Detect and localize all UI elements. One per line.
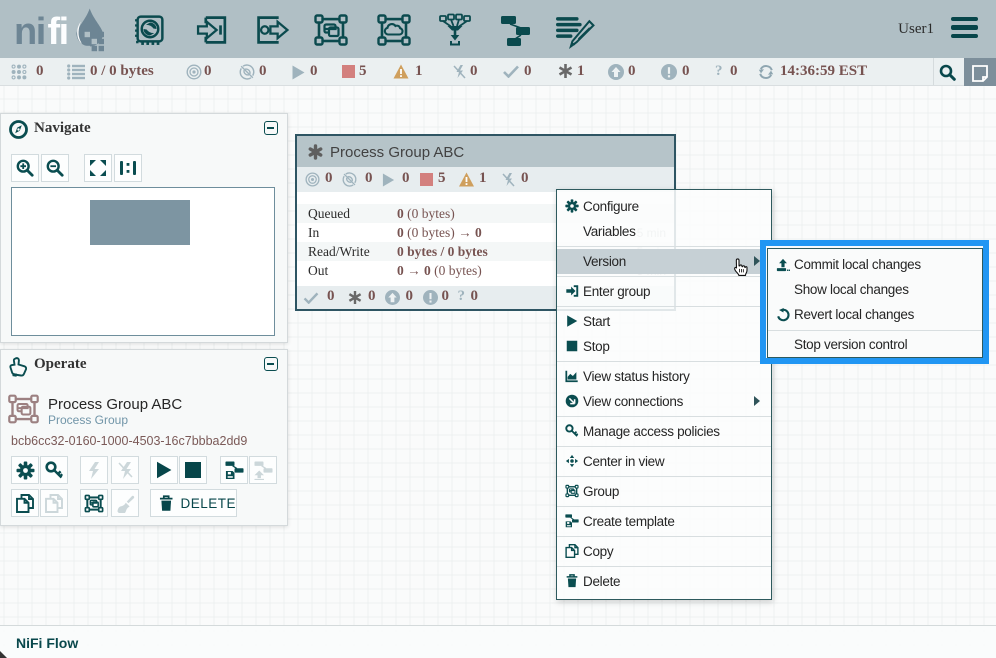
svg-text:ni: ni <box>14 11 45 53</box>
svg-text:fi: fi <box>48 11 68 53</box>
